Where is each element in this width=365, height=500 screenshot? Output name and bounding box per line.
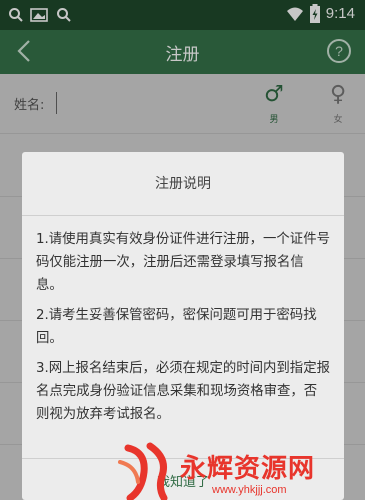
dialog-paragraph-3: 3.网上报名结束后，必须在规定的时间内到指定报名点完成身份验证信息采集和现场资格… [36,361,330,422]
dialog-title: 注册说明 [22,152,344,216]
dialog-paragraph-1: 1.请使用真实有效身份证件进行注册，一个证件号码仅能注册一次，注册后还需登录填写… [36,232,330,293]
watermark-url: www.yhkjjj.com [212,484,287,496]
watermark-text: 永辉资源网 [180,454,316,484]
watermark: 永辉资源网 www.yhkjjj.com [116,442,365,500]
watermark-logo-icon [118,442,168,500]
dialog-body: 1.请使用真实有效身份证件进行注册，一个证件号码仅能注册一次，注册后还需登录填写… [22,216,344,426]
dialog-paragraph-2: 2.请考生妥善保管密码，密保问题可用于密码找回。 [36,308,317,346]
